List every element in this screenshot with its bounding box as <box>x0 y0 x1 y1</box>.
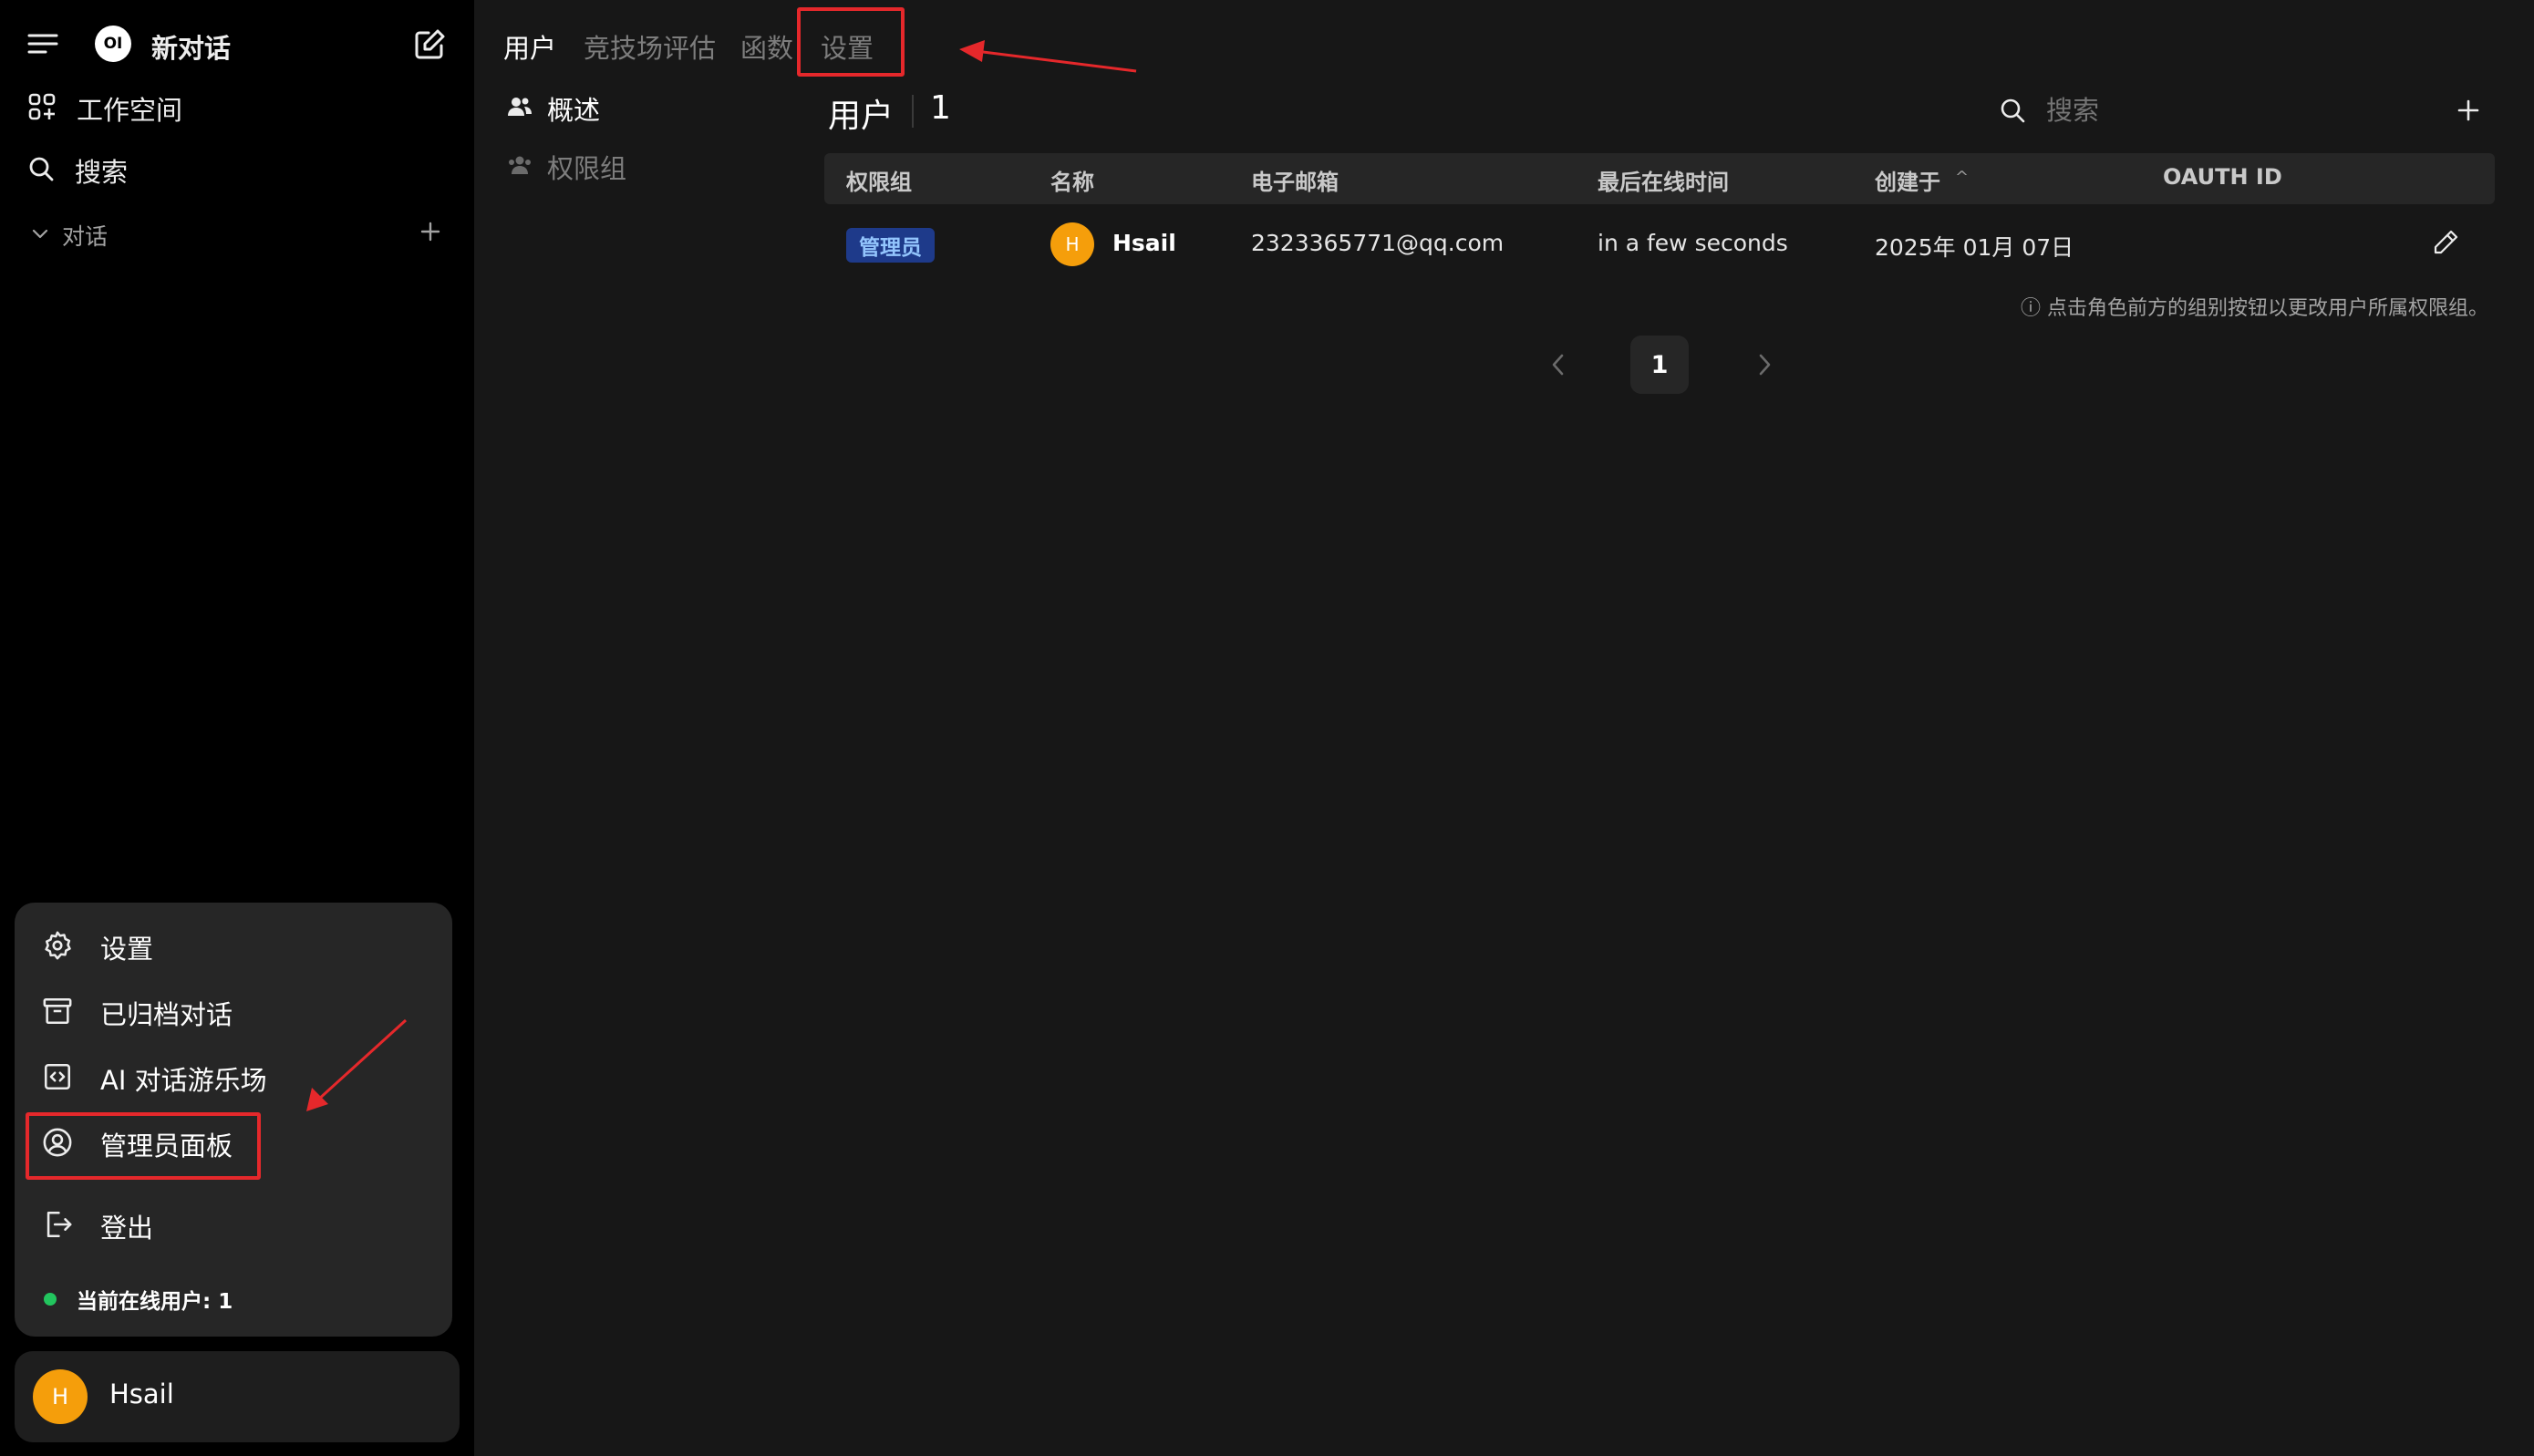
search-icon <box>1999 97 2026 128</box>
avatar: H <box>1050 222 1094 266</box>
user-created: 2025年 01月 07日 <box>1875 234 2074 261</box>
user-card[interactable]: H Hsail <box>15 1351 460 1442</box>
tab-functions[interactable]: 函数 <box>740 27 793 66</box>
users-icon <box>507 96 533 121</box>
subnav-label: 权限组 <box>547 153 627 184</box>
search-input[interactable] <box>2046 89 2393 131</box>
tab-arena[interactable]: 竞技场评估 <box>584 27 716 66</box>
workspace-icon <box>27 92 57 125</box>
title-divider <box>912 95 914 128</box>
role-hint-text: ⓘ 点击角色前方的组别按钮以更改用户所属权限组。 <box>2021 297 2488 320</box>
user-group-icon <box>507 154 533 180</box>
page-button-1[interactable]: 1 <box>1630 336 1689 394</box>
avatar: H <box>33 1369 88 1424</box>
sidebar: OI 新对话 工作空间 搜索 对话 设置 已归档对话 AI 对话游乐场 管理员面… <box>0 0 474 1456</box>
annotation-arrow-admin <box>306 1018 408 1111</box>
online-users-label: 当前在线用户: 1 <box>77 1290 233 1314</box>
subnav-label: 概述 <box>547 95 601 126</box>
new-chat-label[interactable]: 新对话 <box>151 27 231 66</box>
chevron-right-icon[interactable] <box>1754 352 1774 381</box>
menu-item-logout[interactable]: 登出 <box>42 1207 153 1245</box>
role-badge[interactable]: 管理员 <box>846 228 935 263</box>
sidebar-item-search[interactable]: 搜索 <box>27 151 128 190</box>
user-name: Hsail <box>109 1379 174 1410</box>
sidebar-item-label: 搜索 <box>75 157 129 188</box>
new-chat-icon[interactable] <box>412 27 447 66</box>
user-name: Hsail <box>1112 230 1176 256</box>
user-count: 1 <box>930 89 951 127</box>
menu-item-playground[interactable]: AI 对话游乐场 <box>42 1059 267 1098</box>
online-users-status: 当前在线用户: 1 <box>44 1284 233 1315</box>
menu-item-settings[interactable]: 设置 <box>42 928 153 966</box>
user-last-active: in a few seconds <box>1598 230 1788 256</box>
sidebar-item-workspace[interactable]: 工作空间 <box>27 89 182 128</box>
chevron-down-icon <box>31 224 49 246</box>
column-header-role[interactable]: 权限组 <box>846 164 912 196</box>
column-header-name[interactable]: 名称 <box>1050 164 1094 196</box>
sidebar-item-label: 工作空间 <box>77 95 183 126</box>
annotation-arrow-settings <box>959 40 1137 73</box>
archive-icon <box>42 996 73 1030</box>
page-title: 用户 <box>828 98 895 135</box>
pencil-icon[interactable] <box>2431 228 2460 261</box>
conversations-label: 对话 <box>62 223 109 250</box>
menu-item-label: 已归档对话 <box>100 999 233 1030</box>
column-header-created[interactable]: 创建于 <box>1875 164 1940 196</box>
user-email: 2323365771@qq.com <box>1251 230 1505 256</box>
admin-main: 用户 竞技场评估 函数 设置 概述 权限组 用户 1 权限组 名称 电子邮箱 最… <box>474 0 2534 1456</box>
highlight-tab-settings <box>797 7 905 77</box>
menu-item-archived[interactable]: 已归档对话 <box>42 994 233 1032</box>
search-icon <box>27 155 55 186</box>
app-logo: OI <box>95 26 131 62</box>
gear-icon <box>42 930 73 965</box>
sort-asc-icon: ^ <box>1955 168 1970 187</box>
column-header-oauth[interactable]: OAUTH ID <box>2163 164 2282 190</box>
subnav-overview[interactable]: 概述 <box>507 89 600 128</box>
column-header-email[interactable]: 电子邮箱 <box>1251 164 1339 196</box>
add-user-button[interactable] <box>2456 98 2480 126</box>
menu-item-label: 登出 <box>100 1213 154 1244</box>
plus-icon[interactable] <box>419 221 441 246</box>
logout-icon <box>42 1209 73 1244</box>
conversations-section-header[interactable]: 对话 <box>31 219 108 252</box>
subnav-groups[interactable]: 权限组 <box>507 148 626 186</box>
online-dot <box>44 1293 57 1306</box>
tab-users[interactable]: 用户 <box>503 27 556 66</box>
highlight-admin-panel <box>26 1112 261 1180</box>
menu-item-label: AI 对话游乐场 <box>100 1065 267 1096</box>
sidebar-toggle-icon[interactable] <box>27 31 58 60</box>
code-icon <box>42 1061 73 1096</box>
chevron-left-icon[interactable] <box>1548 352 1568 381</box>
column-header-last-active[interactable]: 最后在线时间 <box>1598 164 1729 196</box>
menu-item-label: 设置 <box>100 934 154 965</box>
